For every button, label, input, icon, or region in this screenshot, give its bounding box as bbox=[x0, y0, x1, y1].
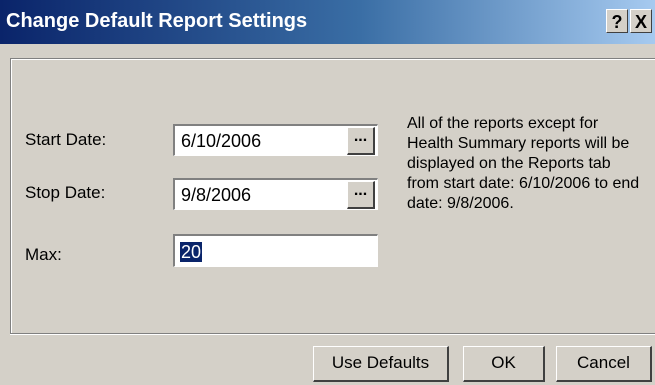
info-text: All of the reports except for Health Sum… bbox=[407, 115, 640, 212]
change-default-report-settings-dialog: Change Default Report Settings ? X Start… bbox=[0, 0, 655, 385]
max-input[interactable]: 20 bbox=[173, 234, 378, 267]
max-value-wrap: 20 bbox=[180, 242, 203, 263]
start-date-value: 6/10/2006 bbox=[181, 131, 262, 151]
max-label: Max: bbox=[25, 245, 62, 264]
use-defaults-button[interactable]: Use Defaults bbox=[313, 346, 449, 382]
ok-button[interactable]: OK bbox=[463, 346, 545, 382]
start-date-picker-button[interactable]: ... bbox=[347, 127, 375, 155]
window-title: Change Default Report Settings bbox=[6, 10, 308, 32]
help-button[interactable]: ? bbox=[606, 9, 628, 33]
stop-date-field[interactable]: 9/8/2006 ... bbox=[173, 178, 378, 210]
start-date-field[interactable]: 6/10/2006 ... bbox=[173, 124, 378, 156]
cancel-button[interactable]: Cancel bbox=[556, 346, 652, 382]
max-value: 20 bbox=[180, 242, 203, 262]
stop-date-picker-button[interactable]: ... bbox=[347, 181, 375, 209]
title-bar: Change Default Report Settings ? X bbox=[0, 0, 655, 44]
stop-date-label: Stop Date: bbox=[25, 183, 106, 202]
start-date-label: Start Date: bbox=[25, 130, 107, 149]
close-button[interactable]: X bbox=[630, 9, 652, 33]
button-separator bbox=[10, 333, 655, 335]
stop-date-value: 9/8/2006 bbox=[181, 185, 252, 205]
